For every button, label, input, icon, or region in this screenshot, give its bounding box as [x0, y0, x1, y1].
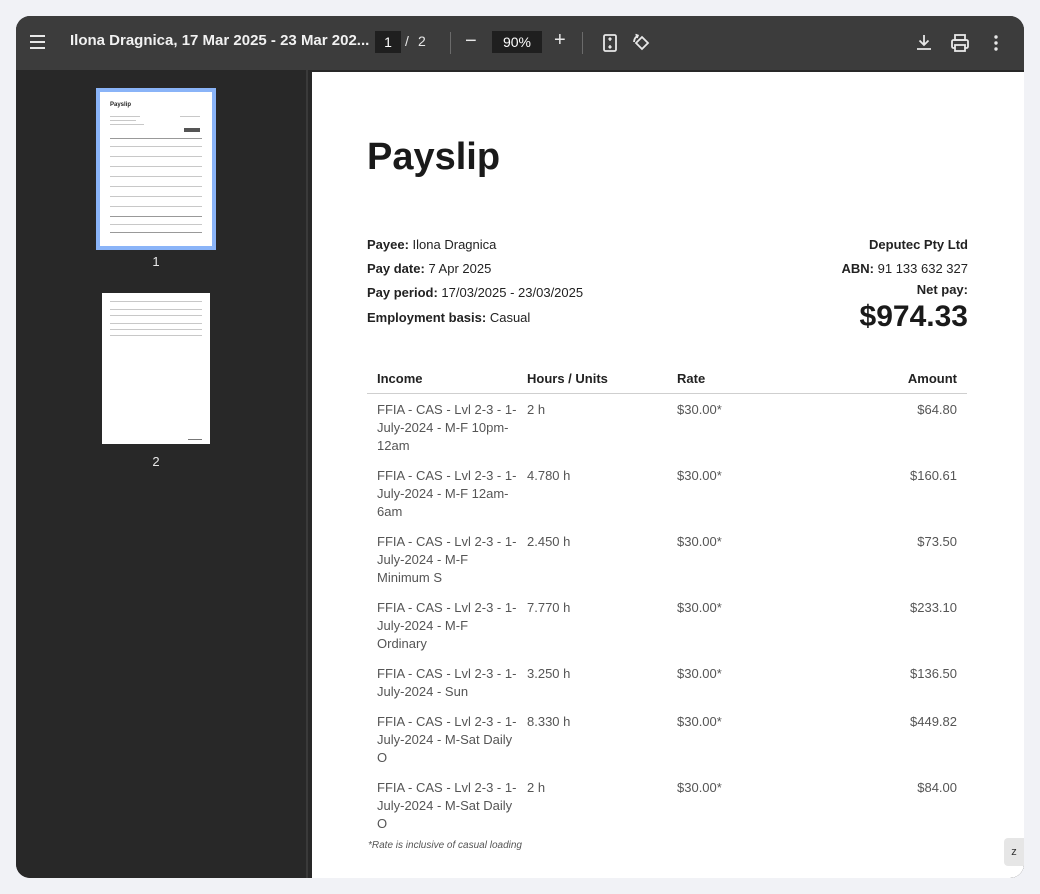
page-total: 2 — [418, 33, 426, 49]
amount-cell: $160.61 — [910, 468, 957, 483]
menu-icon[interactable] — [30, 33, 46, 53]
fit-page-icon[interactable] — [598, 31, 622, 55]
income-cell: FFIA - CAS - Lvl 2-3 - 1-July-2024 - M-F… — [377, 534, 517, 585]
rate-cell: $30.00* — [677, 468, 722, 483]
column-header-hours: Hours / Units — [527, 371, 608, 386]
hours-cell: 2 h — [527, 402, 546, 417]
income-table: Income Hours / Units Rate Amount FFIA - … — [367, 366, 967, 838]
amount-cell: $136.50 — [910, 666, 957, 681]
rate-cell: $30.00* — [677, 666, 722, 681]
table-header: Income Hours / Units Rate Amount — [367, 366, 967, 394]
rate-cell: $30.00* — [677, 600, 722, 615]
income-cell: FFIA - CAS - Lvl 2-3 - 1-July-2024 - M-F… — [377, 600, 517, 651]
payee-line: Payee: Ilona Dragnica — [367, 237, 497, 252]
page-thumbnail-1[interactable]: Payslip — [96, 88, 216, 250]
document-viewer[interactable]: Payslip Payee: Ilona Dragnica Pay date: … — [308, 70, 1024, 878]
document-title: Ilona Dragnica, 17 Mar 2025 - 23 Mar 202… — [70, 32, 370, 49]
column-header-rate: Rate — [677, 371, 706, 386]
hours-cell: 3.250 h — [527, 666, 571, 681]
column-header-amount: Amount — [907, 371, 957, 386]
pay-date-value: 7 Apr 2025 — [428, 261, 492, 276]
zoom-level-input[interactable]: 90% — [492, 31, 542, 53]
print-icon[interactable] — [948, 31, 972, 55]
toolbar: Ilona Dragnica, 17 Mar 2025 - 23 Mar 202… — [16, 16, 1024, 70]
hours-cell: 2 h — [527, 780, 546, 795]
page-separator: / — [405, 33, 409, 49]
thumbnail-label-2: 2 — [152, 454, 160, 469]
income-cell: FFIA - CAS - Lvl 2-3 - 1-July-2024 - M-S… — [377, 780, 517, 831]
income-cell: FFIA - CAS - Lvl 2-3 - 1-July-2024 - M-S… — [377, 714, 517, 765]
hours-cell: 4.780 h — [527, 468, 571, 483]
amount-cell: $449.82 — [910, 714, 957, 729]
thumbnail-preview-title: Payslip — [110, 102, 132, 108]
company-name: Deputec Pty Ltd — [869, 237, 968, 252]
pay-period-line: Pay period: 17/03/2025 - 23/03/2025 — [367, 285, 584, 300]
amount-cell: $84.00 — [917, 780, 957, 795]
rate-cell: $30.00* — [677, 780, 722, 795]
employment-basis-line: Employment basis: Casual — [367, 310, 531, 325]
thumbnail-label-1: 1 — [152, 254, 160, 269]
table-row: FFIA - CAS - Lvl 2-3 - 1-July-2024 - M-F… — [367, 460, 967, 526]
employment-basis-value: Casual — [489, 310, 531, 325]
thumbnail-sidebar: Payslip 1 2 — [16, 70, 306, 878]
net-pay-amount: $974.33 — [859, 300, 968, 333]
page-title: Payslip — [367, 136, 501, 178]
zoom-out-icon[interactable]: − — [465, 30, 477, 53]
hours-cell: 2.450 h — [527, 534, 571, 549]
pay-date-line: Pay date: 7 Apr 2025 — [367, 261, 492, 276]
net-pay-label: Net pay: — [916, 282, 968, 297]
column-header-income: Income — [377, 371, 423, 386]
hours-cell: 8.330 h — [527, 714, 571, 729]
more-icon[interactable] — [984, 31, 1008, 55]
pdf-viewer-window: Ilona Dragnica, 17 Mar 2025 - 23 Mar 202… — [16, 16, 1024, 878]
download-icon[interactable] — [912, 31, 936, 55]
amount-cell: $233.10 — [910, 600, 957, 615]
toolbar-divider — [450, 32, 451, 54]
rate-footnote: *Rate is inclusive of casual loading — [368, 840, 522, 851]
rate-cell: $30.00* — [677, 534, 722, 549]
amount-cell: $73.50 — [917, 534, 957, 549]
table-row: FFIA - CAS - Lvl 2-3 - 1-July-2024 - M-S… — [367, 706, 967, 772]
rate-cell: $30.00* — [677, 714, 722, 729]
rate-cell: $30.00* — [677, 402, 722, 417]
income-cell: FFIA - CAS - Lvl 2-3 - 1-July-2024 - M-F… — [377, 402, 517, 453]
zoom-in-icon[interactable]: + — [554, 29, 566, 52]
table-row: FFIA - CAS - Lvl 2-3 - 1-July-2024 - M-F… — [367, 394, 967, 460]
abn-line: ABN: 91 133 632 327 — [841, 261, 969, 276]
hours-cell: 7.770 h — [527, 600, 571, 615]
table-row: FFIA - CAS - Lvl 2-3 - 1-July-2024 - M-S… — [367, 772, 967, 838]
income-cell: FFIA - CAS - Lvl 2-3 - 1-July-2024 - M-F… — [377, 468, 517, 519]
abn-value: 91 133 632 327 — [877, 261, 968, 276]
payee-value: Ilona Dragnica — [412, 237, 497, 252]
table-row: FFIA - CAS - Lvl 2-3 - 1-July-2024 - M-F… — [367, 592, 967, 658]
rotate-icon[interactable] — [630, 31, 654, 55]
page-number-input[interactable]: 1 — [375, 31, 401, 53]
amount-cell: $64.80 — [917, 402, 957, 417]
pdf-page: Payslip Payee: Ilona Dragnica Pay date: … — [312, 72, 1024, 878]
corner-tab-button[interactable]: z — [1004, 838, 1024, 866]
income-cell: FFIA - CAS - Lvl 2-3 - 1-July-2024 - Sun — [377, 666, 517, 699]
toolbar-divider — [582, 32, 583, 54]
table-row: FFIA - CAS - Lvl 2-3 - 1-July-2024 - M-F… — [367, 526, 967, 592]
page-thumbnail-2[interactable] — [102, 293, 210, 444]
table-row: FFIA - CAS - Lvl 2-3 - 1-July-2024 - Sun… — [367, 658, 967, 706]
pay-period-value: 17/03/2025 - 23/03/2025 — [441, 285, 584, 300]
